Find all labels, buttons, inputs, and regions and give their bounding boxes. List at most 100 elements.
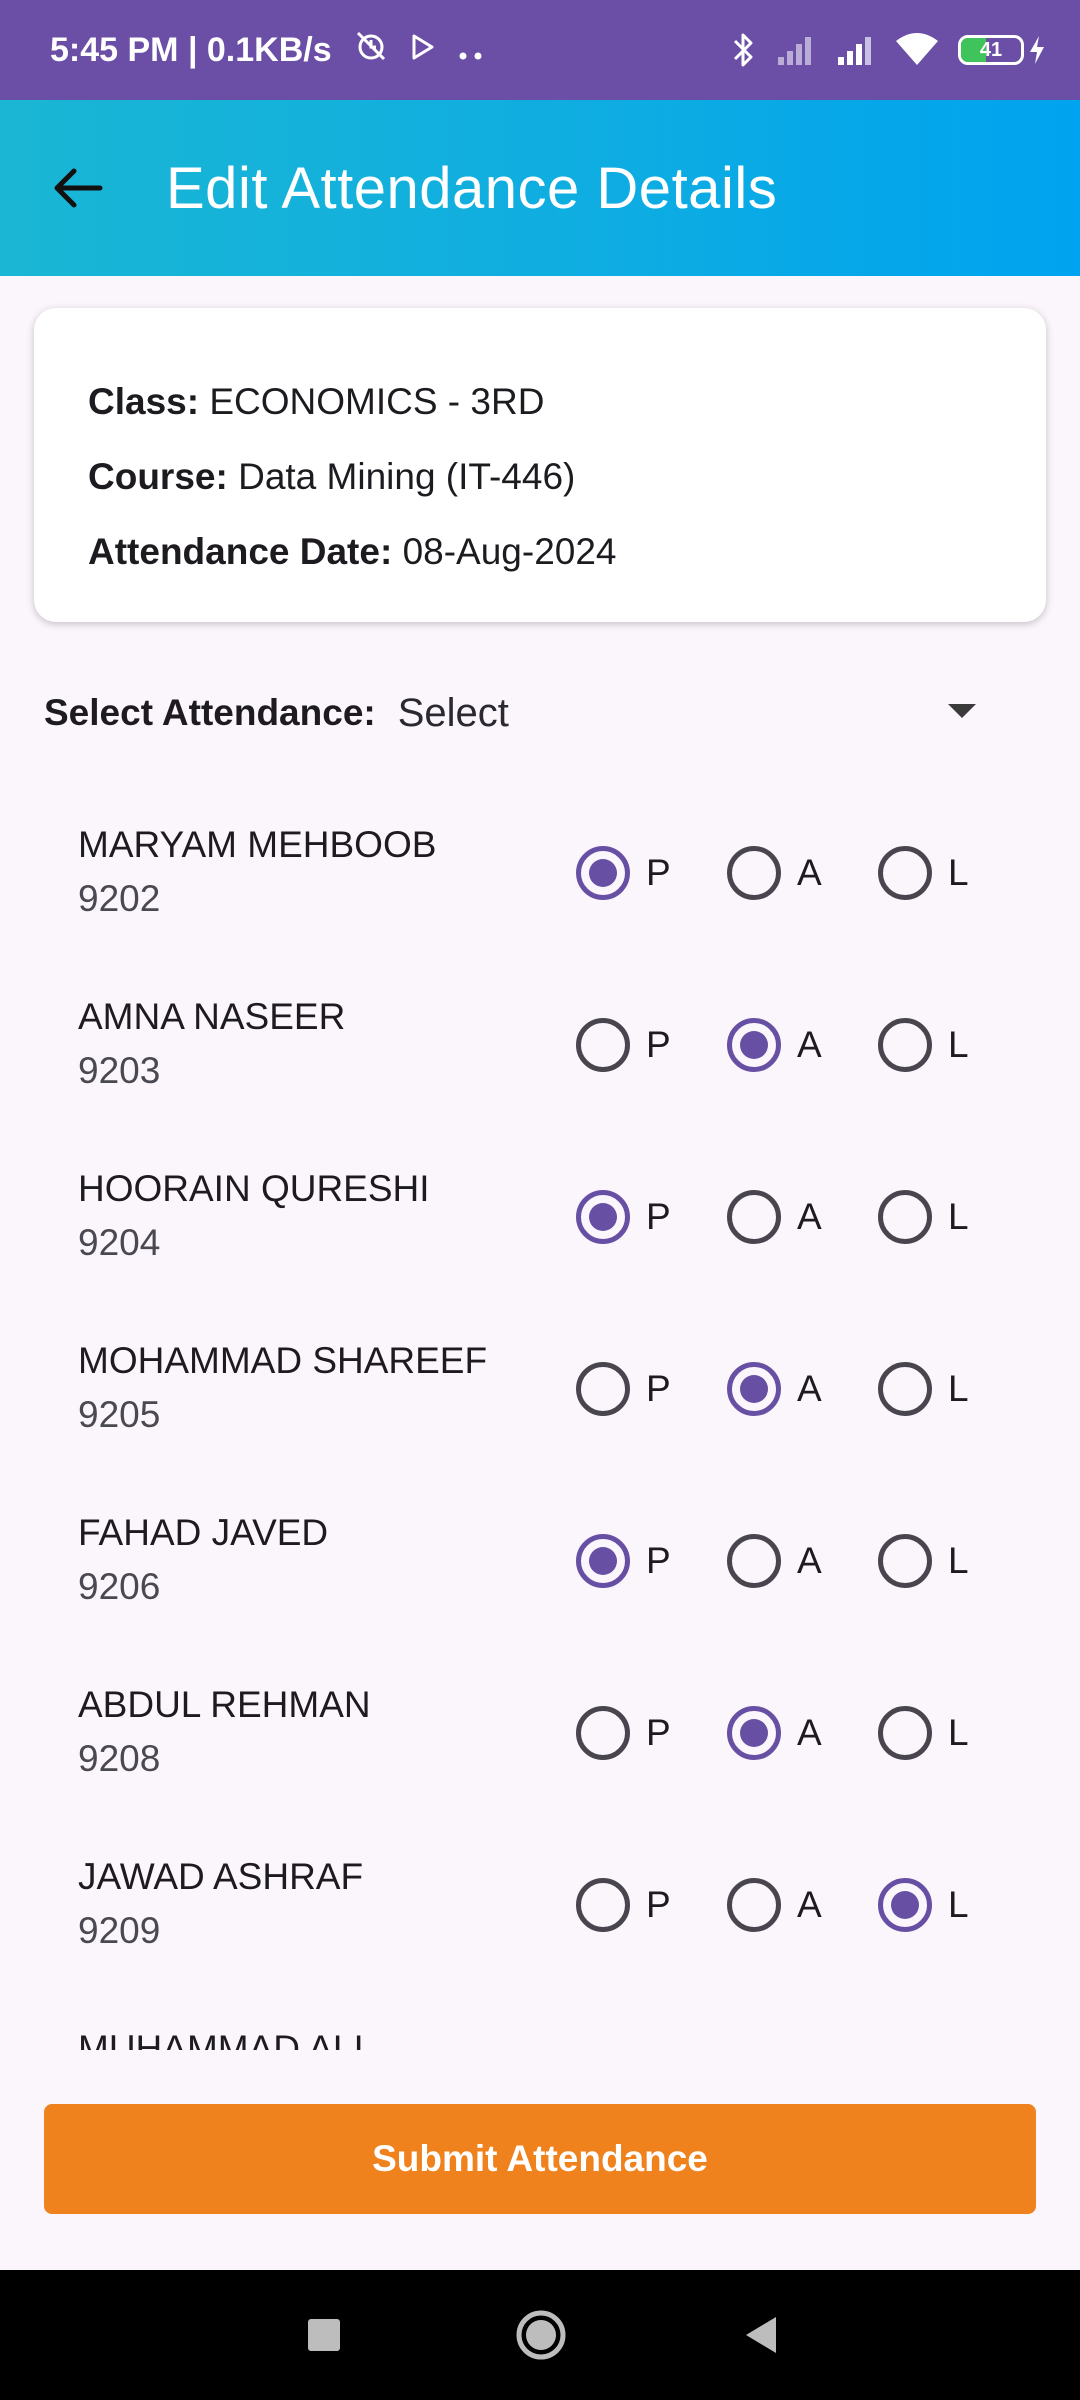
student-list: MARYAM MEHBOOB 9202 P A L AMNA NASEER 9203 P A L H… xyxy=(0,800,1080,2050)
radio-unchecked-icon xyxy=(727,1534,781,1588)
radio-p[interactable]: P xyxy=(576,1876,671,1934)
radio-dot xyxy=(589,1547,617,1575)
radio-label: A xyxy=(797,1712,822,1753)
radio-checked-icon xyxy=(727,1018,781,1072)
radio-p[interactable]: P xyxy=(576,1188,671,1246)
radio-p[interactable]: P xyxy=(576,1016,671,1074)
radio-p[interactable]: P xyxy=(576,1704,671,1762)
date-label: Attendance Date: xyxy=(88,531,393,572)
date-value: 08-Aug-2024 xyxy=(402,531,617,572)
radio-a[interactable]: A xyxy=(727,844,822,902)
back-button[interactable] xyxy=(28,138,128,238)
bluetooth-icon xyxy=(730,31,756,69)
radio-a[interactable]: A xyxy=(727,1532,822,1590)
student-row: MUHAMMAD ALI xyxy=(0,2004,1080,2050)
radio-a[interactable]: A xyxy=(727,1016,822,1074)
back-nav-button[interactable] xyxy=(734,2308,788,2362)
radio-unchecked-icon xyxy=(878,1706,932,1760)
student-row: ABDUL REHMAN 9208 P A L xyxy=(0,1660,1080,1832)
radio-label: L xyxy=(948,852,969,893)
radio-unchecked-icon xyxy=(878,1534,932,1588)
radio-label: A xyxy=(797,1196,822,1237)
select-attendance-row: Select Attendance: Select xyxy=(44,680,1004,746)
radio-unchecked-icon xyxy=(878,1018,932,1072)
radio-p[interactable]: P xyxy=(576,844,671,902)
course-value: Data Mining (IT-446) xyxy=(238,456,576,497)
student-name: MUHAMMAD ALI xyxy=(78,2028,364,2050)
radio-p[interactable]: P xyxy=(576,1360,671,1418)
student-name: HOORAIN QURESHI xyxy=(78,1168,430,1209)
more-notifications-icon xyxy=(458,31,484,70)
radio-a[interactable]: A xyxy=(727,1188,822,1246)
radio-label: A xyxy=(797,1368,822,1409)
wifi-icon xyxy=(896,33,938,67)
radio-checked-icon xyxy=(576,1534,630,1588)
radio-checked-icon xyxy=(727,1362,781,1416)
radio-unchecked-icon xyxy=(878,1190,932,1244)
student-id: 9205 xyxy=(78,1394,161,1435)
radio-label: L xyxy=(948,1712,969,1753)
dropdown-arrow-icon[interactable] xyxy=(948,704,976,718)
student-name: MARYAM MEHBOOB xyxy=(78,824,437,865)
radio-label: P xyxy=(646,852,671,893)
date-info: Attendance Date: 08-Aug-2024 xyxy=(88,514,1046,589)
radio-a[interactable]: A xyxy=(727,1876,822,1934)
status-right: 41 xyxy=(730,31,1046,69)
system-nav-bar xyxy=(0,2270,1080,2400)
battery-percent: 41 xyxy=(979,38,1003,61)
student-id: 9206 xyxy=(78,1566,161,1607)
status-left: 5:45 PM | 0.1KB/s xyxy=(50,29,484,72)
play-store-icon xyxy=(410,31,436,70)
radio-l[interactable]: L xyxy=(878,1360,969,1418)
radio-label: A xyxy=(797,1540,822,1581)
radio-l[interactable]: L xyxy=(878,1532,969,1590)
radio-checked-icon xyxy=(576,846,630,900)
radio-unchecked-icon xyxy=(576,1878,630,1932)
recents-button[interactable] xyxy=(297,2308,351,2362)
radio-l[interactable]: L xyxy=(878,1016,969,1074)
radio-a[interactable]: A xyxy=(727,1360,822,1418)
student-name: MOHAMMAD SHAREEF xyxy=(78,1340,488,1381)
battery-icon: 41 xyxy=(958,35,1046,65)
radio-a[interactable]: A xyxy=(727,1704,822,1762)
submit-attendance-button[interactable]: Submit Attendance xyxy=(44,2104,1036,2214)
student-row: AMNA NASEER 9203 P A L xyxy=(0,972,1080,1144)
radio-p[interactable]: P xyxy=(576,1532,671,1590)
student-row: MARYAM MEHBOOB 9202 P A L xyxy=(0,800,1080,972)
radio-label: L xyxy=(948,1540,969,1581)
student-id: 9208 xyxy=(78,1738,161,1779)
radio-unchecked-icon xyxy=(576,1362,630,1416)
radio-dot xyxy=(740,1375,768,1403)
radio-label: A xyxy=(797,1024,822,1065)
class-info: Class: ECONOMICS - 3RD xyxy=(88,364,1046,439)
course-label: Course: xyxy=(88,456,228,497)
radio-label: P xyxy=(646,1884,671,1925)
status-time-speed: 5:45 PM | 0.1KB/s xyxy=(50,30,332,69)
select-attendance-dropdown[interactable]: Select xyxy=(398,691,509,736)
radio-checked-icon xyxy=(727,1706,781,1760)
radio-unchecked-icon xyxy=(727,1878,781,1932)
radio-unchecked-icon xyxy=(878,1362,932,1416)
radio-label: A xyxy=(797,852,822,893)
radio-dot xyxy=(891,1891,919,1919)
radio-checked-icon xyxy=(878,1878,932,1932)
radio-unchecked-icon xyxy=(727,846,781,900)
student-row: HOORAIN QURESHI 9204 P A L xyxy=(0,1144,1080,1316)
student-id: 9202 xyxy=(78,878,161,919)
radio-l[interactable]: L xyxy=(878,1188,969,1246)
radio-unchecked-icon xyxy=(576,1706,630,1760)
recents-icon xyxy=(308,2319,340,2351)
radio-checked-icon xyxy=(576,1190,630,1244)
radio-label: P xyxy=(646,1712,671,1753)
class-value: ECONOMICS - 3RD xyxy=(209,381,545,422)
radio-l[interactable]: L xyxy=(878,1876,969,1934)
radio-dot xyxy=(740,1031,768,1059)
radio-l[interactable]: L xyxy=(878,1704,969,1762)
home-button[interactable] xyxy=(514,2308,568,2362)
radio-l[interactable]: L xyxy=(878,844,969,902)
charging-icon xyxy=(1030,36,1044,64)
app-bar: Edit Attendance Details xyxy=(0,100,1080,276)
student-row: FAHAD JAVED 9206 P A L xyxy=(0,1488,1080,1660)
home-icon xyxy=(516,2310,566,2360)
back-triangle-icon xyxy=(746,2317,776,2353)
